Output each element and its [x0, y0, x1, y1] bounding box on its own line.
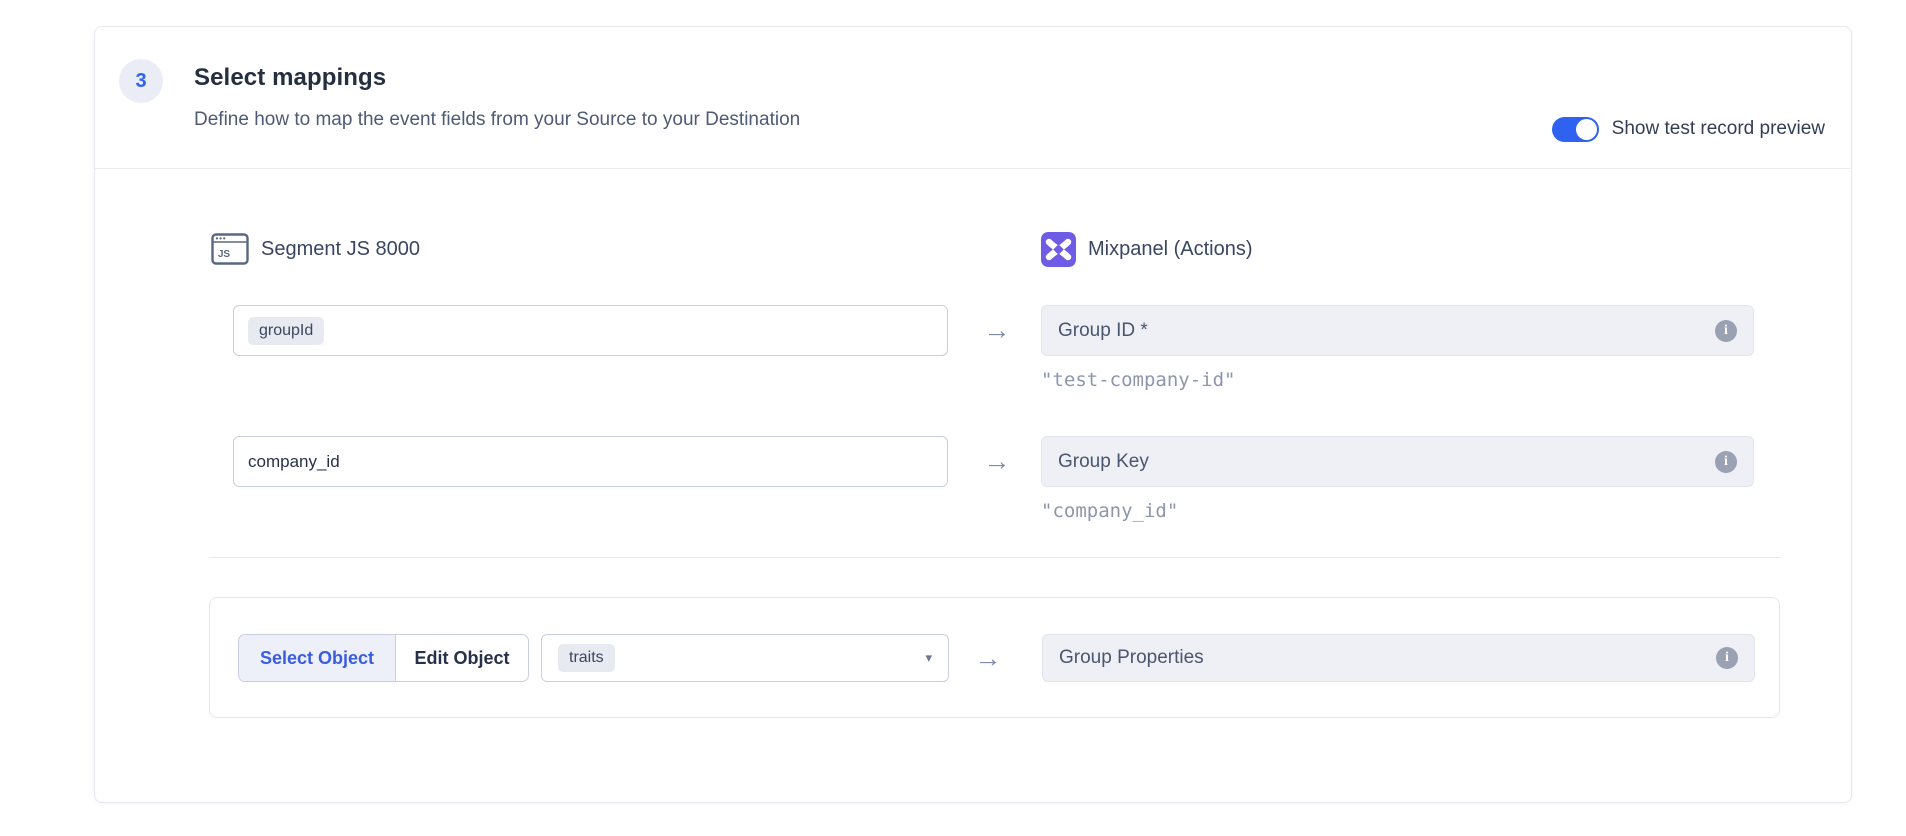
object-mapping-box: Select Object Edit Object traits ▾ → Gro… — [209, 597, 1780, 718]
test-record-preview-value: "test-company-id" — [1041, 369, 1235, 391]
section-divider — [209, 557, 1780, 558]
info-icon[interactable]: i — [1715, 320, 1737, 342]
object-mode-button-group: Select Object Edit Object — [238, 634, 529, 682]
destination-field-group-key: Group Key i — [1041, 436, 1754, 487]
step-number-badge: 3 — [119, 59, 163, 103]
destination-name: Mixpanel (Actions) — [1088, 238, 1253, 261]
source-field-token[interactable]: groupId — [248, 317, 324, 345]
edit-object-button[interactable]: Edit Object — [396, 635, 528, 681]
mixpanel-icon — [1041, 232, 1076, 267]
card-header: 3 Select mappings Define how to map the … — [95, 27, 1851, 168]
info-icon[interactable]: i — [1715, 451, 1737, 473]
js-icon-label: JS — [218, 249, 231, 260]
selected-object-token[interactable]: traits — [558, 644, 615, 672]
destination-field-group-properties: Group Properties i — [1042, 634, 1755, 682]
destination-field-label: Group Properties — [1059, 647, 1204, 669]
test-record-preview-value: "company_id" — [1041, 500, 1178, 522]
toggle-label: Show test record preview — [1612, 118, 1825, 140]
header-divider — [95, 168, 1851, 169]
show-test-record-preview-toggle[interactable] — [1552, 117, 1599, 142]
mapping-arrow-icon: → — [975, 305, 1019, 356]
step-number: 3 — [135, 70, 146, 93]
object-select-dropdown[interactable]: traits ▾ — [541, 634, 949, 682]
mapping-arrow-icon: → — [966, 634, 1010, 682]
source-js-icon: JS — [211, 233, 249, 265]
select-object-button[interactable]: Select Object — [239, 635, 396, 681]
select-mappings-card: 3 Select mappings Define how to map the … — [94, 26, 1852, 803]
mapping-arrow-icon: → — [975, 436, 1019, 487]
source-name: Segment JS 8000 — [261, 238, 420, 261]
toggle-knob — [1576, 119, 1597, 140]
page-subtitle: Define how to map the event fields from … — [194, 109, 800, 131]
test-record-preview-toggle-row: Show test record preview — [1552, 116, 1825, 142]
source-field-text: company_id — [248, 452, 340, 472]
page-title: Select mappings — [194, 64, 386, 92]
destination-column-header: Mixpanel (Actions) — [1041, 230, 1253, 268]
source-column-header: JS Segment JS 8000 — [211, 230, 420, 268]
destination-field-label: Group Key — [1058, 451, 1149, 473]
info-icon[interactable]: i — [1716, 647, 1738, 669]
source-field-input-company-id[interactable]: company_id — [233, 436, 948, 487]
source-field-input-groupid[interactable]: groupId — [233, 305, 948, 356]
chevron-down-icon: ▾ — [925, 650, 932, 666]
destination-field-label: Group ID * — [1058, 320, 1148, 342]
destination-field-group-id: Group ID * i — [1041, 305, 1754, 356]
